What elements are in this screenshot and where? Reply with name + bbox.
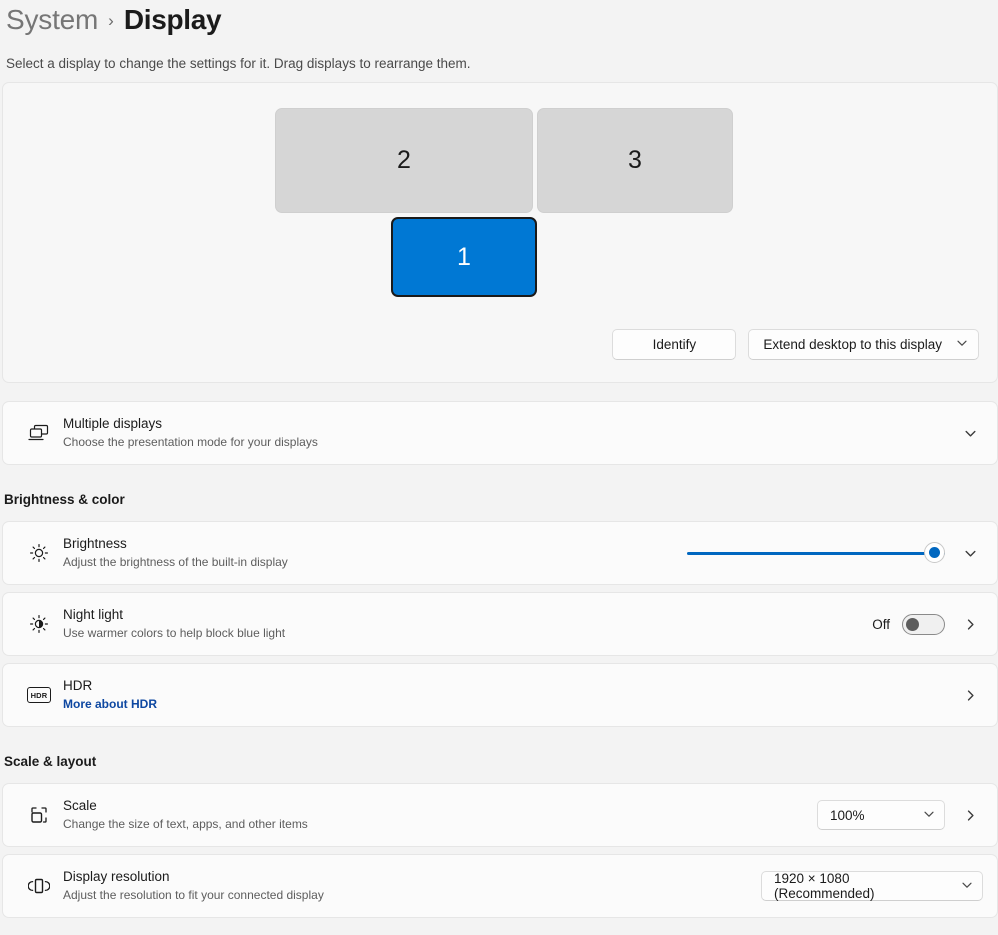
row-night-light[interactable]: Night light Use warmer colors to help bl… bbox=[2, 592, 998, 656]
expand-chevron-down-icon[interactable] bbox=[957, 420, 983, 446]
night-light-toggle[interactable] bbox=[902, 613, 945, 635]
night-light-chevron-right-icon[interactable] bbox=[957, 611, 983, 637]
display-resolution-text: Display resolution Adjust the resolution… bbox=[59, 868, 761, 904]
arrangement-actions: Identify Extend desktop to this display bbox=[612, 329, 979, 360]
row-scale[interactable]: Scale Change the size of text, apps, and… bbox=[2, 783, 998, 847]
hdr-title: HDR bbox=[63, 678, 93, 693]
hdr-text: HDR More about HDR bbox=[59, 677, 957, 713]
display-resolution-dropdown[interactable]: 1920 × 1080 (Recommended) bbox=[761, 871, 983, 901]
brightness-text: Brightness Adjust the brightness of the … bbox=[59, 535, 687, 571]
display-mode-dropdown[interactable]: Extend desktop to this display bbox=[748, 329, 979, 360]
display-preview-1-label: 1 bbox=[457, 242, 471, 271]
display-preview-3-label: 3 bbox=[628, 146, 642, 174]
brightness-slider-track bbox=[687, 551, 945, 555]
night-light-right: Off bbox=[872, 611, 983, 637]
chevron-down-icon bbox=[956, 337, 968, 352]
breadcrumb-separator-icon: › bbox=[108, 11, 114, 30]
hdr-icon: HDR bbox=[19, 687, 59, 703]
night-light-icon bbox=[19, 613, 59, 635]
row-display-resolution[interactable]: Display resolution Adjust the resolution… bbox=[2, 854, 998, 918]
brightness-title: Brightness bbox=[63, 536, 127, 551]
display-mode-value: Extend desktop to this display bbox=[763, 337, 942, 352]
display-preview-2[interactable]: 2 bbox=[275, 108, 533, 213]
brightness-description: Adjust the brightness of the built-in di… bbox=[63, 555, 288, 569]
identify-button[interactable]: Identify bbox=[612, 329, 737, 360]
page-title: Display bbox=[123, 4, 222, 35]
brightness-sun-icon bbox=[19, 542, 59, 564]
display-resolution-icon bbox=[19, 875, 59, 897]
chevron-down-icon bbox=[961, 879, 973, 894]
section-header-brightness-color: Brightness & color bbox=[4, 492, 125, 507]
display-preview-2-label: 2 bbox=[397, 146, 411, 174]
brightness-right bbox=[687, 540, 983, 566]
display-resolution-title: Display resolution bbox=[63, 869, 170, 884]
scale-dropdown-value: 100% bbox=[830, 807, 865, 823]
brightness-slider-thumb[interactable] bbox=[924, 542, 945, 563]
brightness-slider[interactable] bbox=[687, 540, 945, 566]
page-subtitle: Select a display to change the settings … bbox=[6, 56, 471, 71]
night-light-text: Night light Use warmer colors to help bl… bbox=[59, 606, 872, 642]
display-arrangement-card: 2 3 1 Identify Extend desktop to this di… bbox=[2, 82, 998, 383]
night-light-state-label: Off bbox=[872, 616, 890, 632]
multiple-displays-icon bbox=[19, 423, 59, 443]
multiple-displays-right bbox=[957, 420, 983, 446]
scale-title: Scale bbox=[63, 798, 97, 813]
row-brightness[interactable]: Brightness Adjust the brightness of the … bbox=[2, 521, 998, 585]
display-resolution-value: 1920 × 1080 (Recommended) bbox=[774, 871, 875, 901]
night-light-description: Use warmer colors to help block blue lig… bbox=[63, 626, 286, 640]
breadcrumb: System › Display bbox=[0, 0, 998, 46]
scale-icon bbox=[19, 804, 59, 826]
row-multiple-displays[interactable]: Multiple displays Choose the presentatio… bbox=[2, 401, 998, 465]
breadcrumb-system-link[interactable]: System bbox=[6, 4, 98, 36]
chevron-down-icon bbox=[923, 808, 935, 823]
scale-chevron-right-icon[interactable] bbox=[957, 802, 983, 828]
display-preview-3[interactable]: 3 bbox=[537, 108, 733, 213]
scale-description: Change the size of text, apps, and other… bbox=[63, 817, 308, 831]
scale-right: 100% bbox=[817, 800, 983, 830]
display-resolution-right: 1920 × 1080 (Recommended) bbox=[761, 871, 983, 901]
scale-dropdown[interactable]: 100% bbox=[817, 800, 945, 830]
multiple-displays-text: Multiple displays Choose the presentatio… bbox=[59, 415, 957, 451]
hdr-more-link[interactable]: More about HDR bbox=[63, 696, 957, 713]
identify-button-label: Identify bbox=[652, 337, 697, 352]
night-light-title: Night light bbox=[63, 607, 124, 622]
multiple-displays-description: Choose the presentation mode for your di… bbox=[63, 435, 318, 449]
multiple-displays-title: Multiple displays bbox=[63, 416, 163, 431]
section-header-scale-layout: Scale & layout bbox=[4, 754, 97, 769]
hdr-right bbox=[957, 682, 983, 708]
hdr-badge-glyph: HDR bbox=[27, 687, 51, 703]
brightness-expand-chevron-down-icon[interactable] bbox=[957, 540, 983, 566]
display-preview-1-selected[interactable]: 1 bbox=[391, 217, 537, 297]
display-resolution-description: Adjust the resolution to fit your connec… bbox=[63, 888, 324, 902]
row-hdr[interactable]: HDR HDR More about HDR bbox=[2, 663, 998, 727]
hdr-chevron-right-icon[interactable] bbox=[957, 682, 983, 708]
scale-text: Scale Change the size of text, apps, and… bbox=[59, 797, 817, 833]
